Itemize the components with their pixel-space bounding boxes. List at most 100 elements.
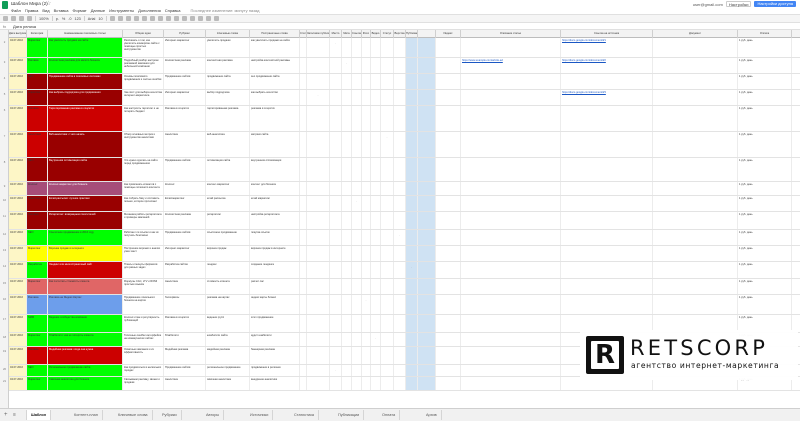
title-cell[interactable]: Как выбрать подрядчика для продвижения: [48, 90, 123, 105]
status-cell[interactable]: [406, 132, 418, 157]
status-cell[interactable]: [352, 262, 362, 278]
status-cell[interactable]: [371, 196, 381, 211]
source-link-cell[interactable]: [461, 196, 561, 211]
status-cell[interactable]: [300, 90, 307, 105]
date-cell[interactable]: 04.07.2016: [9, 106, 27, 131]
index-cell[interactable]: [436, 365, 461, 376]
status-cell[interactable]: [342, 196, 352, 211]
status-cell[interactable]: [371, 365, 381, 376]
status-cell[interactable]: [342, 158, 352, 181]
status-cell[interactable]: [307, 38, 330, 57]
description-cell[interactable]: [653, 182, 738, 195]
status-cell[interactable]: [371, 246, 381, 261]
title-cell[interactable]: Таргетированная реклама в соцсетях: [48, 106, 123, 131]
empty-cell[interactable]: [418, 262, 436, 278]
index-cell[interactable]: [436, 38, 461, 57]
status-cell[interactable]: [406, 158, 418, 181]
status-cell[interactable]: [300, 132, 307, 157]
payment-cell[interactable]: 1 руб. день: [738, 106, 792, 131]
source-link-cell[interactable]: [461, 212, 561, 229]
rubric-cell[interactable]: Продвижение сайтов: [164, 74, 206, 89]
description-cell[interactable]: [653, 196, 738, 211]
description-cell[interactable]: [653, 58, 738, 73]
status-cell[interactable]: [394, 90, 406, 105]
status-cell[interactable]: [307, 377, 330, 390]
document-title[interactable]: Шаблон Мира (2): [11, 1, 48, 6]
status-cell[interactable]: [381, 246, 394, 261]
keyphrase-cell[interactable]: покупка ссылок: [250, 230, 300, 245]
document-link-cell[interactable]: [561, 279, 653, 294]
column-header[interactable]: Статус: [381, 30, 394, 38]
status-cell[interactable]: [394, 106, 406, 131]
status-cell[interactable]: [342, 279, 352, 294]
status-cell[interactable]: [406, 230, 418, 245]
title-cell[interactable]: Лендинг или многостраничный сайт: [48, 262, 123, 278]
status-cell[interactable]: [342, 106, 352, 131]
status-cell[interactable]: [394, 315, 406, 332]
status-cell[interactable]: [352, 74, 362, 89]
empty-cell[interactable]: [418, 347, 436, 364]
status-cell[interactable]: ·: [307, 90, 330, 105]
status-cell[interactable]: [406, 279, 418, 294]
row-number[interactable]: 4: [0, 76, 9, 80]
source-link-cell[interactable]: [461, 132, 561, 157]
column-header[interactable]: Верстка: [394, 30, 406, 38]
status-cell[interactable]: [362, 246, 371, 261]
idea-cell[interactable]: Подробный разбор настроек рекламной камп…: [123, 58, 164, 73]
status-cell[interactable]: [342, 347, 352, 364]
title-cell[interactable]: Реклама на Яндекс.Картах: [48, 295, 123, 314]
status-cell[interactable]: ·: [371, 333, 381, 346]
date-cell[interactable]: 04.07.2016: [9, 132, 27, 157]
description-cell[interactable]: [653, 132, 738, 157]
column-header[interactable]: Ссылка на источник: [561, 30, 653, 38]
empty-cell[interactable]: [418, 246, 436, 261]
status-cell[interactable]: [394, 158, 406, 181]
status-cell[interactable]: [394, 377, 406, 390]
column-header[interactable]: Дата выпуска: [9, 30, 27, 38]
keyword-cell[interactable]: таргетированная реклама: [206, 106, 250, 131]
index-cell[interactable]: [436, 158, 461, 181]
sheet-tab[interactable]: Оплата: [378, 410, 401, 420]
status-cell[interactable]: [300, 365, 307, 376]
category-cell[interactable]: Разработка: [27, 262, 48, 278]
status-cell[interactable]: [381, 38, 394, 57]
category-cell[interactable]: Реклама: [27, 58, 48, 73]
date-cell[interactable]: 04.07.2016: [9, 58, 27, 73]
column-header[interactable]: Категория: [27, 30, 48, 38]
document-link-cell[interactable]: [561, 246, 653, 261]
status-cell[interactable]: [371, 295, 381, 314]
keyphrase-cell[interactable]: баннерная реклама: [250, 347, 300, 364]
status-cell[interactable]: [381, 74, 394, 89]
idea-cell[interactable]: Рассказать о том, как увеличить конверси…: [123, 38, 164, 57]
status-cell[interactable]: [352, 246, 362, 261]
title-cell[interactable]: Ретаргетинг: возвращаем посетителей: [48, 212, 123, 229]
category-cell[interactable]: Маркетинг: [27, 196, 48, 211]
status-cell[interactable]: [300, 106, 307, 131]
status-cell[interactable]: [330, 262, 342, 278]
status-cell[interactable]: [330, 279, 342, 294]
keyphrase-cell[interactable]: создание лендинга: [250, 262, 300, 278]
status-cell[interactable]: [381, 377, 394, 390]
status-cell[interactable]: [371, 106, 381, 131]
status-cell[interactable]: [371, 377, 381, 390]
status-cell[interactable]: [352, 158, 362, 181]
index-cell[interactable]: [436, 230, 461, 245]
document-link-cell[interactable]: [561, 74, 653, 89]
row-number[interactable]: 5: [0, 92, 9, 96]
add-sheet-icon[interactable]: +: [4, 412, 8, 418]
status-cell[interactable]: [330, 295, 342, 314]
currency-format-button[interactable]: р.: [56, 17, 59, 21]
source-link-cell[interactable]: [461, 315, 561, 332]
row-number[interactable]: 16: [0, 297, 9, 301]
status-cell[interactable]: [362, 158, 371, 181]
rubric-cell[interactable]: Продвижение сайтов: [164, 230, 206, 245]
index-cell[interactable]: [436, 246, 461, 261]
keyword-cell[interactable]: контекстная реклама: [206, 58, 250, 73]
status-cell[interactable]: [406, 196, 418, 211]
status-cell[interactable]: [342, 295, 352, 314]
status-cell[interactable]: [362, 58, 371, 73]
keyphrase-cell[interactable]: email маркетинг: [250, 196, 300, 211]
status-cell[interactable]: [362, 333, 371, 346]
status-cell[interactable]: [330, 90, 342, 105]
keyword-cell[interactable]: юзабилити сайта: [206, 333, 250, 346]
